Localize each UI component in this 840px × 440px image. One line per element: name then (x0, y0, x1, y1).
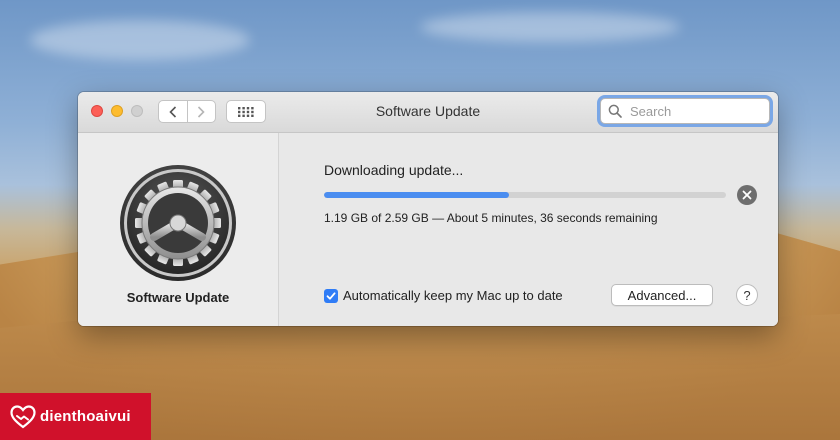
search-input[interactable] (628, 102, 762, 120)
watermark-text: dienthoaivui (40, 408, 131, 425)
close-icon (742, 190, 752, 200)
main-panel: Downloading update... 1.19 GB of 2.59 GB… (279, 133, 778, 326)
search-icon (608, 104, 622, 118)
title-bar: Software Update (78, 92, 778, 133)
cloud (420, 12, 680, 42)
cancel-download-button[interactable] (737, 185, 757, 205)
gear-icon (118, 163, 238, 283)
progress-bar-fill (324, 192, 509, 198)
chevron-right-icon (198, 105, 205, 118)
window-title: Software Update (375, 103, 481, 119)
software-update-window: Software Update Search Software Update D… (78, 92, 778, 326)
cloud (30, 20, 250, 60)
sidebar-label: Software Update (126, 290, 230, 305)
auto-update-label[interactable]: Automatically keep my Mac up to date (343, 288, 563, 303)
forward-button[interactable] (186, 101, 216, 122)
auto-update-row: Automatically keep my Mac up to date (324, 288, 563, 303)
search-field[interactable] (600, 98, 770, 124)
progress-bar (324, 192, 726, 198)
auto-update-checkbox[interactable] (324, 288, 338, 303)
watermark-logo: dienthoaivui (0, 393, 151, 440)
help-button[interactable]: ? (736, 284, 758, 306)
grid-icon (238, 106, 254, 117)
zoom-window-button[interactable] (131, 105, 143, 117)
chevron-left-icon (169, 105, 176, 118)
checkmark-icon (326, 291, 336, 300)
nav-buttons (158, 100, 216, 123)
handshake-heart-icon (10, 404, 36, 428)
progress-detail: 1.19 GB of 2.59 GB — About 5 minutes, 36… (324, 211, 658, 225)
show-all-button[interactable] (226, 100, 266, 123)
back-button[interactable] (159, 101, 187, 122)
download-status: Downloading update... (324, 162, 464, 178)
sidebar: Software Update (78, 133, 279, 326)
advanced-button[interactable]: Advanced... (611, 284, 713, 306)
minimize-window-button[interactable] (111, 105, 123, 117)
close-window-button[interactable] (91, 105, 103, 117)
